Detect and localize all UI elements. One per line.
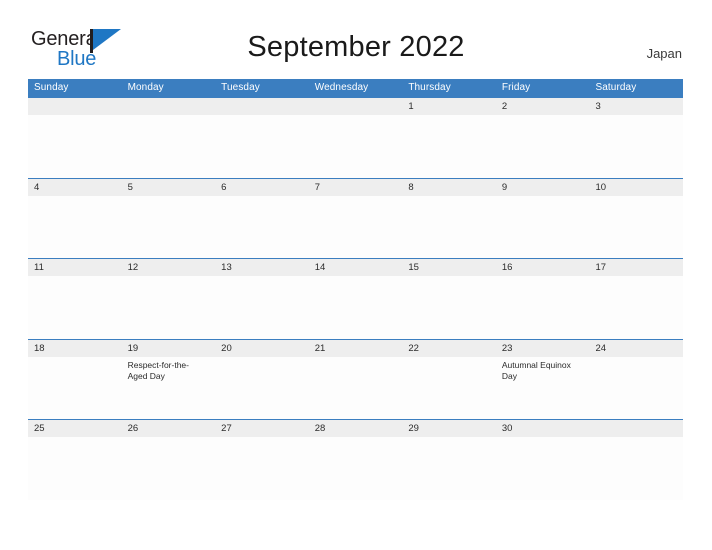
day-number[interactable]: 15: [402, 259, 496, 276]
day-cell[interactable]: [309, 437, 403, 500]
day-number[interactable]: 22: [402, 340, 496, 357]
day-number[interactable]: 26: [122, 420, 216, 437]
day-number[interactable]: [589, 420, 683, 437]
week-number-strip: 1 2 3: [28, 98, 683, 115]
week-body-strip: [28, 115, 683, 178]
day-header-monday: Monday: [127, 82, 164, 93]
day-number[interactable]: 24: [589, 340, 683, 357]
day-number[interactable]: 14: [309, 259, 403, 276]
day-number[interactable]: 17: [589, 259, 683, 276]
day-cell[interactable]: [215, 357, 309, 420]
week-row: 1 2 3: [28, 97, 683, 178]
day-cell[interactable]: [589, 115, 683, 178]
week-number-strip: 25 26 27 28 29 30: [28, 420, 683, 437]
day-cell[interactable]: [309, 357, 403, 420]
week-row: 11 12 13 14 15 16 17: [28, 258, 683, 339]
day-cell[interactable]: [589, 357, 683, 420]
day-cell-event[interactable]: Respect-for-the-Aged Day: [122, 357, 216, 420]
calendar-page: General Blue September 2022 Japan Sunday…: [0, 0, 712, 550]
day-number[interactable]: 30: [496, 420, 590, 437]
day-cell[interactable]: [309, 276, 403, 339]
day-number[interactable]: [215, 98, 309, 115]
day-cell[interactable]: [402, 357, 496, 420]
day-number[interactable]: 11: [28, 259, 122, 276]
calendar-grid: Sunday Monday Tuesday Wednesday Thursday…: [28, 79, 683, 500]
week-body-strip: [28, 437, 683, 500]
day-cell[interactable]: [28, 115, 122, 178]
day-cell[interactable]: [122, 196, 216, 259]
day-number[interactable]: 25: [28, 420, 122, 437]
day-cell[interactable]: [402, 437, 496, 500]
week-row: 4 5 6 7 8 9 10: [28, 177, 683, 259]
region-label: Japan: [646, 46, 682, 61]
week-number-strip: 18 19 20 21 22 23 24: [28, 339, 683, 357]
day-number[interactable]: 2: [496, 98, 590, 115]
day-cell[interactable]: [28, 437, 122, 500]
page-header: General Blue September 2022 Japan: [0, 0, 712, 72]
day-cell-event[interactable]: Autumnal Equinox Day: [496, 357, 590, 420]
day-number[interactable]: [28, 98, 122, 115]
day-cell[interactable]: [496, 196, 590, 259]
day-number[interactable]: 13: [215, 259, 309, 276]
day-number[interactable]: 20: [215, 340, 309, 357]
day-cell[interactable]: [28, 276, 122, 339]
week-row: 25 26 27 28 29 30: [28, 419, 683, 500]
day-number[interactable]: 8: [402, 179, 496, 196]
day-header-friday: Friday: [501, 82, 531, 93]
day-cell[interactable]: [402, 196, 496, 259]
day-cell[interactable]: [402, 276, 496, 339]
day-of-week-header-row: Sunday Monday Tuesday Wednesday Thursday…: [28, 79, 683, 97]
day-cell[interactable]: [589, 276, 683, 339]
day-header-saturday: Saturday: [595, 82, 637, 93]
day-number[interactable]: 28: [309, 420, 403, 437]
week-row: 18 19 20 21 22 23 24 Respect-for-the-Age…: [28, 338, 683, 420]
day-cell[interactable]: [215, 276, 309, 339]
day-number[interactable]: 12: [122, 259, 216, 276]
day-cell[interactable]: [589, 437, 683, 500]
day-number[interactable]: 18: [28, 340, 122, 357]
day-number[interactable]: 7: [309, 179, 403, 196]
day-number[interactable]: 5: [122, 179, 216, 196]
day-number[interactable]: 19: [122, 340, 216, 357]
day-cell[interactable]: [402, 115, 496, 178]
day-cell[interactable]: [589, 196, 683, 259]
day-header-sunday: Sunday: [34, 82, 69, 93]
day-number[interactable]: 23: [496, 340, 590, 357]
day-cell[interactable]: [215, 115, 309, 178]
day-number[interactable]: 1: [402, 98, 496, 115]
day-header-wednesday: Wednesday: [314, 82, 369, 93]
day-number[interactable]: [309, 98, 403, 115]
day-number[interactable]: 10: [589, 179, 683, 196]
day-cell[interactable]: [28, 196, 122, 259]
week-body-strip: [28, 196, 683, 259]
day-number[interactable]: 21: [309, 340, 403, 357]
day-number[interactable]: 27: [215, 420, 309, 437]
day-cell[interactable]: [309, 196, 403, 259]
day-cell[interactable]: [215, 437, 309, 500]
day-header-thursday: Thursday: [408, 82, 451, 93]
week-body-strip: Respect-for-the-Aged Day Autumnal Equino…: [28, 357, 683, 420]
week-number-strip: 4 5 6 7 8 9 10: [28, 178, 683, 196]
day-number[interactable]: 9: [496, 179, 590, 196]
day-number[interactable]: 3: [589, 98, 683, 115]
day-cell[interactable]: [215, 196, 309, 259]
day-cell[interactable]: [309, 115, 403, 178]
day-cell[interactable]: [122, 115, 216, 178]
day-cell[interactable]: [496, 276, 590, 339]
week-body-strip: [28, 276, 683, 339]
day-number[interactable]: 29: [402, 420, 496, 437]
day-number[interactable]: 16: [496, 259, 590, 276]
day-cell[interactable]: [28, 357, 122, 420]
page-title: September 2022: [247, 31, 465, 63]
day-cell[interactable]: [122, 276, 216, 339]
day-number[interactable]: [122, 98, 216, 115]
day-number[interactable]: 4: [28, 179, 122, 196]
day-header-tuesday: Tuesday: [221, 82, 260, 93]
day-cell[interactable]: [496, 437, 590, 500]
day-cell[interactable]: [496, 115, 590, 178]
day-cell[interactable]: [122, 437, 216, 500]
week-number-strip: 11 12 13 14 15 16 17: [28, 259, 683, 276]
day-number[interactable]: 6: [215, 179, 309, 196]
